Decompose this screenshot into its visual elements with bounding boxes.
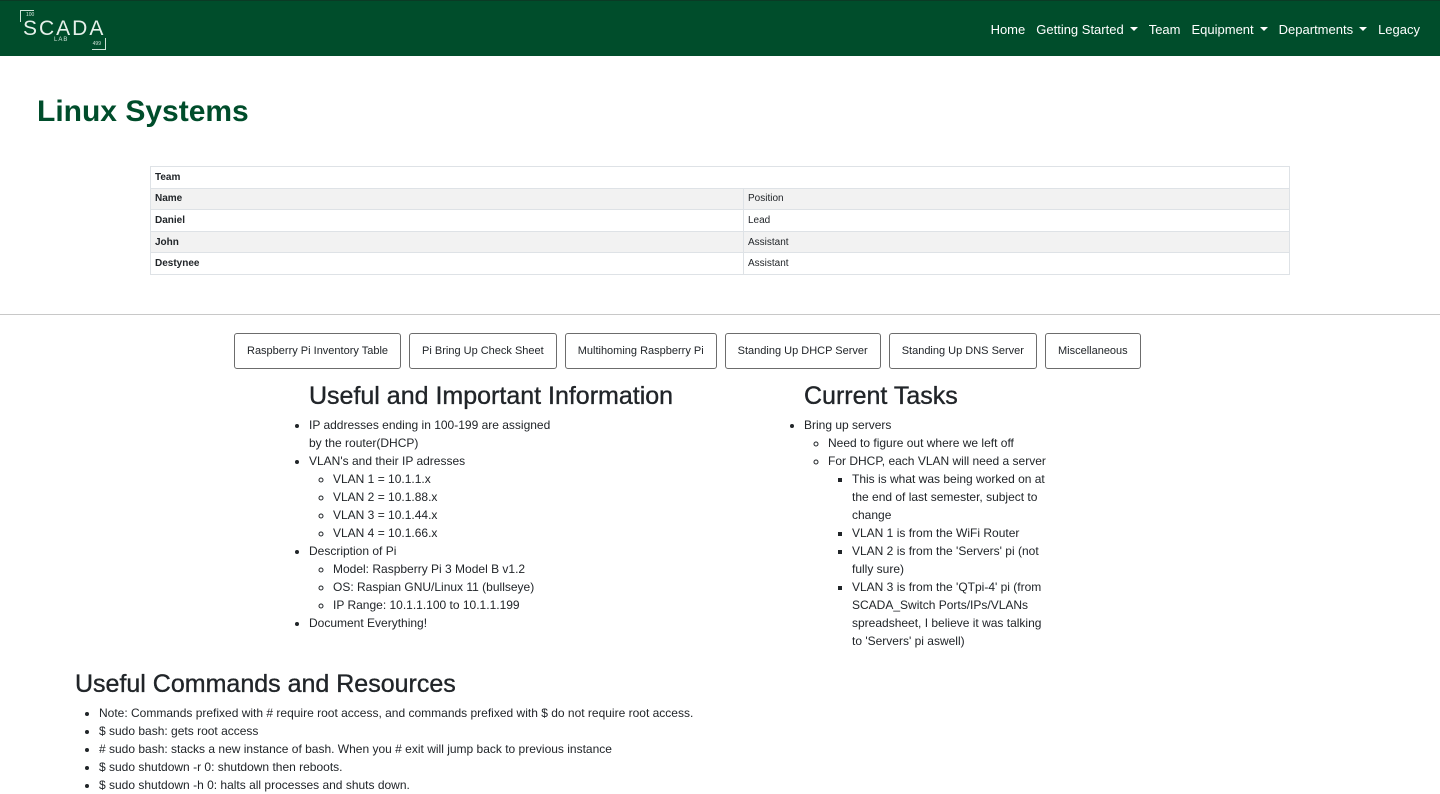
vlans-label: VLAN's and their IP adresses [309, 454, 466, 468]
commands-section: Useful Commands and Resources Note: Comm… [75, 669, 1075, 794]
table-row: Destynee Assistant [150, 252, 1290, 275]
table-cell-name: Destynee [150, 252, 744, 275]
list-item: VLAN 1 is from the WiFi Router [852, 524, 1048, 542]
nav-getting-started-dropdown[interactable]: Getting Started [1031, 22, 1142, 37]
nav-equipment-label: Equipment [1191, 21, 1254, 37]
nav-home-label: Home [990, 21, 1026, 37]
list-item: VLAN 1 = 10.1.1.x [333, 470, 685, 488]
table-row: Daniel Lead [150, 209, 1290, 232]
commands-heading: Useful Commands and Resources [75, 670, 456, 698]
tasks-heading: Current Tasks [804, 382, 958, 410]
top-navbar: 100 SCADA LAB 499 Home Getting Started T… [0, 0, 1440, 56]
list-item: VLAN 2 = 10.1.88.x [333, 488, 685, 506]
table-caption: Team [150, 166, 1290, 189]
pi-bring-up-check-sheet-button[interactable]: Pi Bring Up Check Sheet [409, 333, 557, 369]
table-cell-name: Daniel [150, 209, 744, 232]
ip-line-1: IP addresses ending in 100-199 are assig… [309, 418, 551, 432]
list-item: # sudo bash: stacks a new instance of ba… [99, 740, 1075, 758]
table-header-position: Position [743, 187, 1290, 211]
list-item: $ sudo shutdown -h 0: halts all processe… [99, 776, 1075, 794]
tasks-sublist: Need to figure out where we left off For… [804, 434, 1180, 650]
page-title: Linux Systems [37, 95, 249, 128]
dhcp-sublist: This is what was being worked on at the … [828, 470, 1048, 650]
vlan-list: VLAN 1 = 10.1.1.x VLAN 2 = 10.1.88.x VLA… [309, 470, 685, 542]
list-item: OS: Raspian GNU/Linux 11 (bullseye) [333, 578, 685, 596]
table-header-name: Name [150, 187, 744, 211]
logo-subtext: LAB [54, 37, 69, 43]
nav-equipment-dropdown[interactable]: Equipment [1187, 22, 1273, 37]
dns-server-button[interactable]: Standing Up DNS Server [888, 333, 1037, 369]
section-divider [0, 314, 1440, 315]
list-item: VLAN 4 = 10.1.66.x [333, 524, 685, 542]
section-button-row: Raspberry Pi Inventory Table Pi Bring Up… [234, 333, 1149, 369]
multihoming-pi-button[interactable]: Multihoming Raspberry Pi [564, 333, 717, 369]
list-item: VLAN 3 = 10.1.44.x [333, 506, 685, 524]
logo-number-bottom: 499 [92, 41, 101, 47]
nav-team[interactable]: Team [1144, 22, 1186, 37]
table-cell-position: Lead [743, 209, 1290, 232]
info-heading: Useful and Important Information [309, 382, 674, 410]
list-item: Model: Raspberry Pi 3 Model B v1.2 [333, 560, 685, 578]
pi-description-label: Description of Pi [309, 544, 397, 558]
list-item: Document Everything! [309, 614, 685, 632]
nav-legacy[interactable]: Legacy [1373, 22, 1425, 37]
miscellaneous-button[interactable]: Miscellaneous [1044, 333, 1141, 369]
ip-line-2: by the router(DHCP) [309, 436, 419, 450]
team-table: Team Name Position Daniel Lead John Assi… [150, 166, 1290, 275]
info-section: Useful and Important Information IP addr… [285, 381, 685, 632]
nav-home[interactable]: Home [986, 22, 1031, 37]
tasks-list: Bring up servers Need to figure out wher… [780, 416, 1180, 650]
table-header-row: Name Position [150, 187, 1290, 211]
list-item: VLAN 3 is from the 'QTpi-4' pi (from SCA… [852, 578, 1048, 650]
list-item: $ sudo bash: gets root access [99, 722, 1075, 740]
list-item: Description of Pi Model: Raspberry Pi 3 … [309, 542, 685, 614]
scada-lab-logo[interactable]: 100 SCADA LAB 499 [20, 10, 106, 50]
nav-departments-dropdown[interactable]: Departments [1274, 22, 1372, 37]
main-nav: Home Getting Started Team Equipment Depa… [986, 1, 1425, 57]
caret-down-icon [1129, 27, 1138, 31]
table-cell-position: Assistant [743, 252, 1290, 275]
dhcp-server-button[interactable]: Standing Up DHCP Server [724, 333, 881, 369]
list-item: For DHCP, each VLAN will need a server T… [828, 452, 1180, 650]
list-item: IP addresses ending in 100-199 are assig… [309, 416, 685, 452]
nav-legacy-label: Legacy [1378, 21, 1420, 37]
bring-up-servers: Bring up servers [804, 418, 892, 432]
dhcp-task: For DHCP, each VLAN will need a server [828, 454, 1046, 468]
list-item: Note: Commands prefixed with # require r… [99, 704, 1075, 722]
nav-getting-started-label: Getting Started [1036, 21, 1124, 37]
list-item: Need to figure out where we left off [828, 434, 1180, 452]
table-row: John Assistant [150, 230, 1290, 254]
table-caption-row: Team [150, 166, 1290, 189]
nav-departments-label: Departments [1278, 21, 1354, 37]
list-item: VLAN 2 is from the 'Servers' pi (not ful… [852, 542, 1048, 578]
tasks-section: Current Tasks Bring up servers Need to f… [780, 381, 1180, 650]
pi-inventory-table-button[interactable]: Raspberry Pi Inventory Table [234, 333, 402, 369]
table-cell-name: John [150, 230, 744, 254]
caret-down-icon [1259, 27, 1268, 31]
nav-team-label: Team [1148, 21, 1181, 37]
list-item: This is what was being worked on at the … [852, 470, 1048, 524]
list-item: Bring up servers Need to figure out wher… [804, 416, 1180, 650]
pi-details-list: Model: Raspberry Pi 3 Model B v1.2 OS: R… [309, 560, 685, 614]
caret-down-icon [1359, 27, 1368, 31]
list-item: VLAN's and their IP adresses VLAN 1 = 10… [309, 452, 685, 542]
info-list: IP addresses ending in 100-199 are assig… [285, 416, 685, 632]
commands-list: Note: Commands prefixed with # require r… [75, 704, 1075, 794]
table-cell-position: Assistant [743, 230, 1290, 254]
list-item: $ sudo shutdown -r 0: shutdown then rebo… [99, 758, 1075, 776]
list-item: IP Range: 10.1.1.100 to 10.1.1.199 [333, 596, 685, 614]
